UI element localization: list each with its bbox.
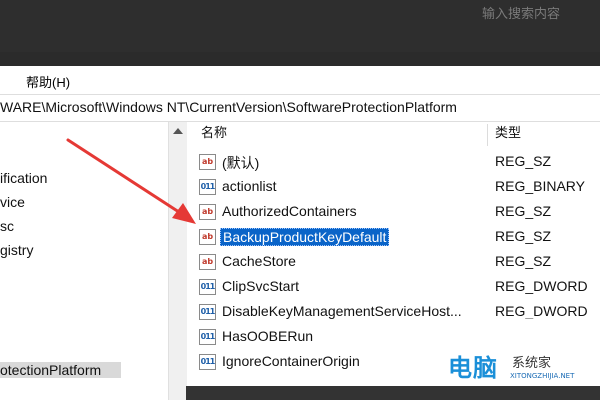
value-name-selected: BackupProductKeyDefault — [220, 228, 390, 246]
binary-value-icon: 011 — [199, 279, 216, 295]
value-name: (默认) — [222, 155, 260, 171]
value-type: REG_DWORD — [495, 303, 588, 319]
top-dark-bar: 输入搜索内容 — [0, 0, 600, 52]
binary-value-icon: 011 — [199, 304, 216, 320]
address-bar[interactable]: WARE\Microsoft\Windows NT\CurrentVersion… — [0, 94, 600, 122]
bottom-dark-strip — [186, 386, 600, 400]
tree-item-selected[interactable]: otectionPlatform — [0, 362, 122, 378]
table-row[interactable]: ab CacheStore REG_SZ — [187, 250, 600, 275]
menu-help[interactable]: 帮助(H) — [26, 72, 70, 91]
string-value-icon: ab — [199, 229, 216, 245]
table-row[interactable]: 011 ClipSvcStart REG_DWORD — [187, 275, 600, 300]
value-type: REG_DWORD — [495, 278, 588, 294]
table-row-selected[interactable]: ab BackupProductKeyDefault REG_SZ — [187, 225, 600, 250]
address-path: WARE\Microsoft\Windows NT\CurrentVersion… — [0, 99, 457, 115]
tree-item[interactable]: gistry — [0, 242, 33, 258]
value-type: REG_SZ — [495, 153, 552, 169]
watermark-title: 系统家 — [512, 356, 552, 371]
binary-value-icon: 011 — [199, 329, 216, 345]
table-row[interactable]: 011 actionlist REG_BINARY — [187, 175, 600, 200]
tree-pane: ification vice sc gistry otectionPlatfor… — [0, 122, 168, 400]
value-name: ClipSvcStart — [222, 278, 300, 294]
table-row[interactable]: ab (默认) REG_SZ — [187, 150, 600, 175]
value-type: REG_SZ — [495, 228, 552, 244]
value-name: IgnoreContainerOrigin — [222, 353, 360, 369]
tree-item[interactable]: ification — [0, 170, 47, 186]
string-value-icon: ab — [199, 254, 216, 270]
value-name: actionlist — [222, 178, 277, 194]
string-value-icon: ab — [199, 154, 216, 170]
value-name: CacheStore — [222, 253, 296, 269]
value-type: REG_SZ — [495, 203, 552, 219]
column-header-type[interactable]: 类型 — [495, 122, 521, 146]
binary-value-icon: 011 — [199, 179, 216, 195]
value-type: REG_SZ — [495, 253, 552, 269]
binary-value-icon: 011 — [199, 354, 216, 370]
column-header-name[interactable]: 名称 — [201, 122, 227, 146]
tree-item[interactable]: sc — [0, 218, 14, 234]
tree-item[interactable]: vice — [0, 194, 25, 210]
value-name: DisableKeyManagementServiceHost... — [222, 303, 462, 319]
scroll-up-arrow-icon[interactable] — [173, 128, 183, 134]
value-name: HasOOBERun — [222, 328, 314, 344]
menu-bar: 帮助(H) — [0, 66, 600, 94]
search-placeholder[interactable]: 输入搜索内容 — [482, 5, 600, 25]
column-separator[interactable] — [487, 124, 488, 146]
tree-scrollbar[interactable] — [168, 122, 188, 400]
watermark-url: XITONGZHIJIA.NET — [510, 372, 575, 380]
watermark-logo: 电脑 — [448, 354, 498, 382]
string-value-icon: ab — [199, 204, 216, 220]
value-type: REG_BINARY — [495, 178, 585, 194]
value-name: AuthorizedContainers — [222, 203, 357, 219]
table-row[interactable]: ab AuthorizedContainers REG_SZ — [187, 200, 600, 225]
